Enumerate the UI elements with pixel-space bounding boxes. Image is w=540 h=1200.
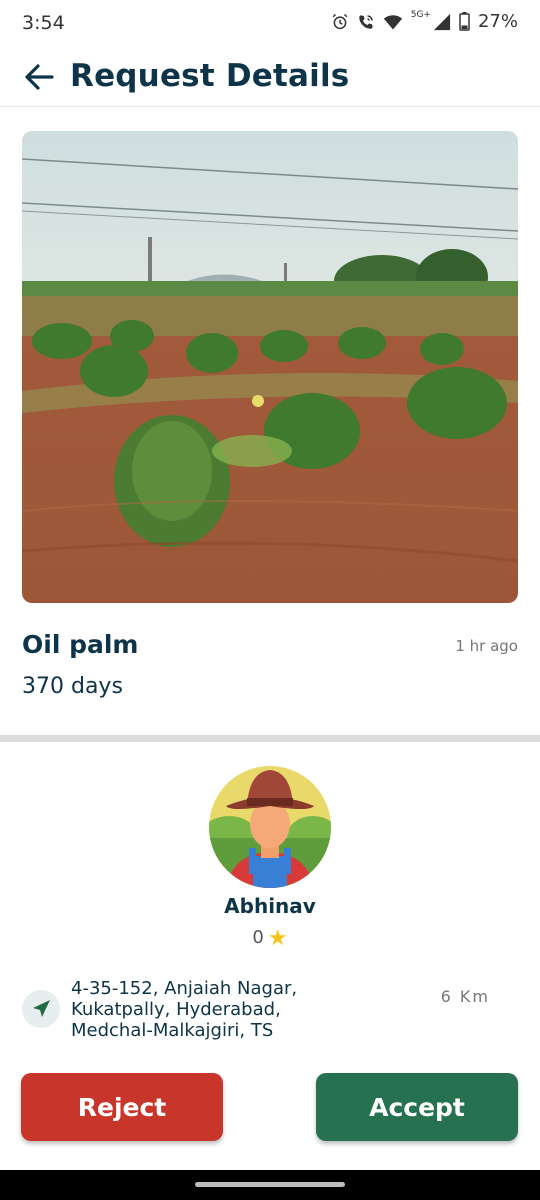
signal-icon: [433, 13, 451, 30]
distance: 6 Km: [440, 987, 490, 1006]
page-title: Request Details: [70, 58, 350, 94]
reject-button[interactable]: Reject: [21, 1073, 223, 1141]
battery-percent: 27%: [477, 11, 518, 32]
user-address: 4-35-152, Anjaiah Nagar, Kukatpally, Hyd…: [71, 978, 298, 1041]
alarm-icon: [332, 13, 348, 29]
system-nav-bar: [0, 1170, 540, 1200]
status-bar: 3:54 5G+ 27%: [0, 0, 540, 48]
posted-time: 1 hr ago: [455, 637, 518, 655]
arrow-left-icon[interactable]: [22, 60, 56, 94]
accept-button[interactable]: Accept: [316, 1073, 518, 1141]
wifi-icon: [383, 14, 402, 29]
crop-name: Oil palm: [22, 630, 139, 659]
section-divider: [0, 735, 540, 742]
status-icons: 5G+ 27%: [331, 9, 518, 32]
wifi-calling-icon: [358, 14, 373, 29]
home-handle[interactable]: [195, 1182, 345, 1187]
status-time: 3:54: [22, 12, 65, 34]
star-icon: ★: [267, 926, 288, 951]
navigation-arrow-icon: [22, 990, 60, 1028]
oil-palm-field-photo: [22, 131, 518, 603]
farmer-avatar: [209, 766, 331, 888]
user-name: Abhinav: [224, 894, 316, 918]
app-bar: Request Details: [0, 50, 540, 107]
network-type: 5G+: [410, 9, 431, 20]
battery-icon: [459, 12, 470, 31]
user-rating: 0 ★: [0, 926, 540, 951]
crop-duration: 370 days: [22, 674, 123, 699]
rating-value: 0: [252, 927, 264, 948]
